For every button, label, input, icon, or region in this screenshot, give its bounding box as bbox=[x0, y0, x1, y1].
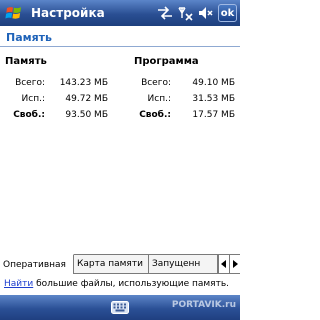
program-total-value: 49.10 МБ bbox=[192, 78, 235, 88]
memory-free-value: 93.50 МБ bbox=[65, 110, 108, 120]
memory-total-label: Всего: bbox=[15, 78, 45, 88]
ok-button[interactable]: ok bbox=[218, 4, 237, 22]
menu-bar: PORTAVIK.ru bbox=[0, 295, 240, 320]
scroll-right-icon[interactable] bbox=[229, 255, 240, 274]
program-used-label: Исп.: bbox=[147, 94, 171, 104]
title-bar: Настройка ok bbox=[0, 0, 240, 26]
memory-column: Память Всего: 143.23 МБ Исп.: 49.72 МБ С… bbox=[5, 56, 123, 123]
memory-free-row: Своб.: 93.50 МБ bbox=[5, 107, 123, 123]
program-free-label: Своб.: bbox=[139, 110, 171, 120]
memory-used-label: Исп.: bbox=[21, 94, 45, 104]
memory-free-label: Своб.: bbox=[13, 110, 45, 120]
program-free-row: Своб.: 17.57 МБ bbox=[134, 107, 240, 123]
keyboard-icon[interactable] bbox=[110, 299, 130, 315]
program-free-value: 17.57 МБ bbox=[192, 110, 235, 120]
volume-mute-icon[interactable] bbox=[196, 4, 214, 22]
program-column-title: Программа bbox=[134, 56, 199, 67]
windows-start-icon[interactable] bbox=[3, 2, 25, 24]
memory-total-value: 143.23 МБ bbox=[59, 78, 108, 88]
program-used-row: Исп.: 31.53 МБ bbox=[134, 91, 240, 107]
find-link[interactable]: Найти bbox=[4, 279, 33, 289]
program-total-label: Всего: bbox=[141, 78, 171, 88]
find-description: большие файлы, использующие память. bbox=[33, 279, 229, 289]
program-total-row: Всего: 49.10 МБ bbox=[134, 75, 240, 91]
memory-column-title: Память bbox=[5, 56, 47, 67]
program-column: Программа Всего: 49.10 МБ Исп.: 31.53 МБ… bbox=[134, 56, 240, 123]
watermark: PORTAVIK.ru bbox=[171, 300, 236, 310]
tab-ram[interactable]: Оперативная bbox=[0, 254, 74, 274]
tab-storage-card[interactable]: Карта памяти bbox=[74, 255, 149, 274]
window-title: Настройка bbox=[31, 6, 105, 20]
find-large-files-line: Найти большие файлы, использующие память… bbox=[4, 279, 229, 289]
tab-running-programs[interactable]: Запущенн bbox=[149, 255, 218, 274]
scroll-left-icon[interactable] bbox=[218, 255, 229, 274]
connectivity-icon[interactable] bbox=[156, 4, 174, 22]
memory-used-row: Исп.: 49.72 МБ bbox=[5, 91, 123, 107]
heading-divider bbox=[0, 46, 240, 47]
memory-used-value: 49.72 МБ bbox=[65, 94, 108, 104]
signal-off-icon[interactable] bbox=[176, 4, 194, 22]
page-title: Память bbox=[6, 31, 53, 44]
program-used-value: 31.53 МБ bbox=[192, 94, 235, 104]
tab-strip: Оперативная Карта памяти Запущенн bbox=[0, 254, 240, 274]
memory-total-row: Всего: 143.23 МБ bbox=[5, 75, 123, 91]
